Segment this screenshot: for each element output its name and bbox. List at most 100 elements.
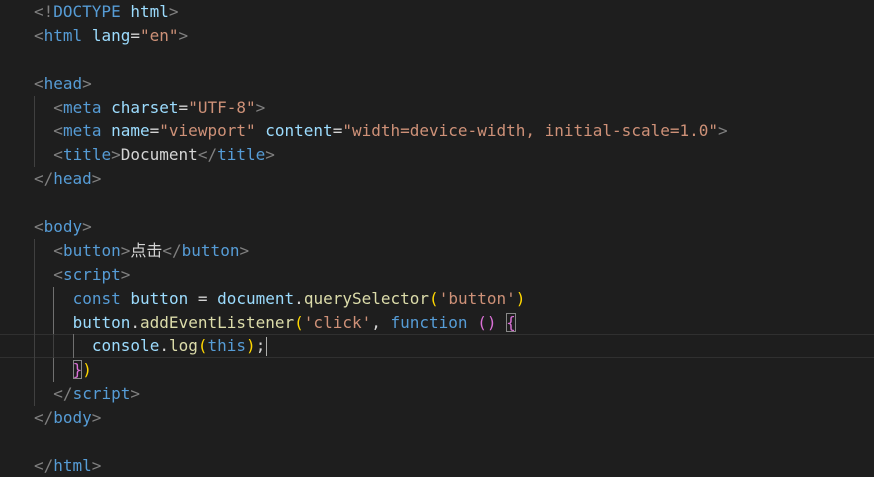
code-token: > (111, 145, 121, 165)
code-token: button (62, 240, 121, 260)
code-token: querySelector (303, 288, 430, 308)
code-line-content: <html lang="en"> (34, 26, 188, 45)
code-token: < (53, 121, 63, 141)
code-line[interactable]: </body> (34, 406, 874, 430)
code-token: Document (120, 145, 198, 165)
indent-guide (34, 358, 35, 383)
code-token: </ (34, 408, 54, 428)
code-token: button (181, 240, 240, 260)
code-line[interactable]: <!DOCTYPE html> (34, 0, 874, 24)
code-token: <! (34, 2, 54, 21)
code-line[interactable]: console.log(this); (0, 334, 874, 359)
code-line[interactable]: </html> (34, 454, 874, 477)
indent-guide (53, 334, 55, 359)
code-token: "UTF-8" (188, 97, 256, 117)
code-token: = (188, 288, 218, 308)
code-token: ; (255, 336, 266, 356)
code-token: console (91, 336, 160, 356)
code-token: "en" (139, 25, 179, 45)
code-line[interactable]: <body> (34, 215, 874, 239)
code-token: this (207, 336, 247, 356)
code-token: < (53, 97, 63, 117)
code-token: </ (162, 240, 182, 260)
code-line[interactable]: button.addEventListener('click', functio… (34, 310, 874, 335)
code-token: ( (197, 336, 208, 356)
code-line-content: <button>点击</button> (53, 241, 249, 260)
code-line[interactable]: </head> (34, 167, 874, 191)
code-token: function (390, 312, 468, 332)
code-line-content: <head> (34, 74, 92, 93)
code-line[interactable]: }) (34, 358, 874, 383)
code-line-content: button.addEventListener('click', functio… (73, 312, 516, 332)
code-token: ( (294, 312, 304, 332)
code-line-content: <!DOCTYPE html> (34, 2, 179, 21)
code-line[interactable]: <button>点击</button> (34, 238, 874, 263)
code-token: html (43, 25, 83, 45)
code-line-content: </body> (34, 408, 101, 427)
indent-guide (34, 119, 35, 144)
code-token: script (62, 264, 121, 284)
code-line-content: </html> (34, 456, 101, 475)
code-line[interactable]: <head> (34, 72, 874, 96)
code-token: content (265, 121, 333, 141)
code-token: log (168, 336, 198, 356)
code-token: = (130, 25, 140, 45)
code-area[interactable]: <!DOCTYPE html> <html lang="en"> <head> <me… (0, 0, 874, 477)
code-line-content: </script> (53, 384, 140, 403)
code-line-content: console.log(this); (91, 336, 268, 357)
indent-guide (34, 262, 35, 287)
code-token: addEventListener (140, 312, 295, 332)
code-line[interactable]: <html lang="en"> (34, 24, 874, 48)
code-token: title (217, 145, 266, 165)
code-line[interactable]: <title>Document</title> (34, 143, 874, 168)
indent-guide (34, 143, 35, 168)
code-token: () (477, 312, 497, 332)
code-token: > (265, 145, 275, 165)
code-token: > (120, 264, 131, 284)
code-token: "width=device-width, initial-scale=1.0" (342, 121, 719, 141)
code-token: > (91, 169, 102, 189)
code-line[interactable]: <meta charset="UTF-8"> (34, 95, 874, 120)
code-token: > (178, 25, 189, 45)
code-token: = (149, 121, 160, 141)
code-token: 'button' (438, 288, 516, 308)
code-line-content: const button = document.querySelector('b… (73, 289, 526, 308)
code-token: </ (53, 384, 73, 404)
code-token: < (34, 25, 44, 45)
code-token: > (120, 240, 131, 260)
code-line-content: <title>Document</title> (53, 145, 275, 164)
code-token: > (168, 2, 179, 21)
code-line[interactable] (34, 430, 874, 454)
indent-guide (34, 334, 35, 359)
code-line[interactable]: </script> (34, 382, 874, 407)
code-token: document (217, 288, 295, 308)
code-line[interactable]: const button = document.querySelector('b… (34, 286, 874, 311)
code-token: > (255, 97, 266, 117)
code-editor[interactable]: <!DOCTYPE html> <html lang="en"> <head> <me… (0, 0, 874, 477)
indent-guide (34, 382, 35, 407)
code-token: ) (515, 288, 526, 308)
code-token: . (130, 312, 141, 332)
indent-guide (34, 310, 35, 335)
code-line-content: </head> (34, 169, 101, 188)
code-token: const (72, 288, 121, 308)
code-line[interactable] (34, 191, 874, 215)
code-token: { (506, 312, 516, 332)
code-line-content: <meta charset="UTF-8"> (53, 98, 265, 117)
code-token: > (82, 217, 92, 237)
indent-guide (34, 238, 35, 263)
code-line[interactable]: <script> (34, 262, 874, 287)
indent-guide (53, 358, 55, 383)
code-line[interactable] (34, 48, 874, 72)
code-token: < (53, 240, 63, 260)
code-token: } (72, 360, 83, 380)
indent-guide (72, 334, 74, 359)
code-token: < (34, 73, 44, 93)
code-token: charset (111, 97, 179, 117)
code-token: < (34, 217, 44, 237)
code-line[interactable]: <meta name="viewport" content="width=dev… (34, 119, 874, 144)
